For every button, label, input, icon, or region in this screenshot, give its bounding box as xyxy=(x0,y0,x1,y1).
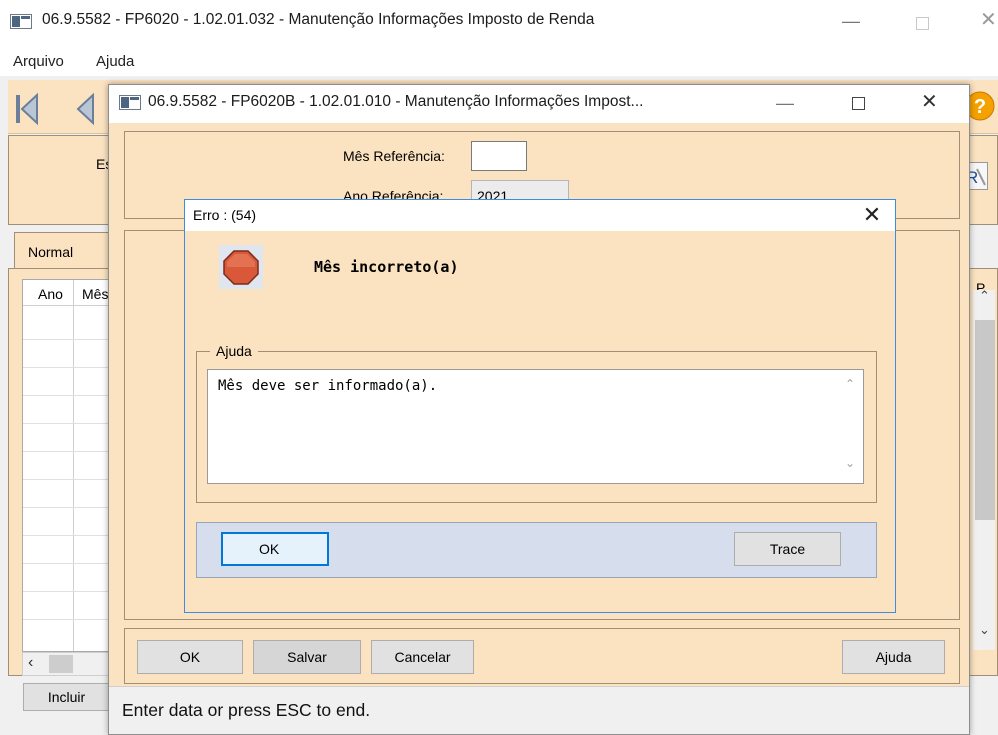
error-dialog-title: Erro : (54) xyxy=(193,207,257,223)
edit-dialog-titlebar: 06.9.5582 - FP6020B - 1.02.01.010 - Manu… xyxy=(109,85,969,123)
column-separator xyxy=(73,280,74,651)
stop-icon xyxy=(219,245,263,289)
column-mes[interactable]: Mês xyxy=(82,286,108,302)
grid-row-line xyxy=(23,395,121,396)
error-message: Mês incorreto(a) xyxy=(314,258,459,276)
edit-dialog-button-bar xyxy=(124,628,960,684)
close-icon[interactable]: ✕ xyxy=(921,92,938,112)
minimize-icon[interactable]: — xyxy=(842,12,860,30)
cancelar-button[interactable]: Cancelar xyxy=(371,640,474,674)
grid-row-line xyxy=(23,619,121,620)
horizontal-scroll-thumb[interactable] xyxy=(49,655,73,673)
grid-header: Ano Mês xyxy=(23,280,121,306)
help-scrollbar[interactable]: ⌃ ⌄ xyxy=(841,374,859,478)
grid-row-line xyxy=(23,563,121,564)
scroll-up-icon[interactable]: ⌃ xyxy=(979,288,990,304)
error-ok-button[interactable]: OK xyxy=(221,532,329,566)
help-textarea[interactable]: Mês deve ser informado(a). ⌃ ⌄ xyxy=(207,369,864,484)
grid-row-line xyxy=(23,339,121,340)
salvar-button[interactable]: Salvar xyxy=(253,640,361,674)
grid-row-line xyxy=(23,591,121,592)
help-text-content: Mês deve ser informado(a). xyxy=(218,378,438,394)
trace-button[interactable]: Trace xyxy=(734,532,841,566)
column-ano[interactable]: Ano xyxy=(38,286,63,302)
maximize-icon[interactable] xyxy=(852,97,865,110)
scroll-up-icon[interactable]: ⌃ xyxy=(845,377,855,391)
svg-text:?: ? xyxy=(974,96,986,118)
close-icon[interactable]: ✕ xyxy=(980,10,997,30)
incluir-button[interactable]: Incluir xyxy=(23,683,110,711)
grid-row-line xyxy=(23,535,121,536)
close-icon[interactable]: ✕ xyxy=(860,202,884,228)
grid-row-line xyxy=(23,423,121,424)
status-text: Enter data or press ESC to end. xyxy=(122,700,371,720)
minimize-icon[interactable]: — xyxy=(776,94,794,112)
ajuda-button[interactable]: Ajuda xyxy=(842,640,945,674)
menubar: Arquivo Ajuda xyxy=(0,46,998,76)
app-icon xyxy=(119,95,141,110)
grid-row-line xyxy=(23,479,121,480)
grid-row-line xyxy=(23,507,121,508)
menu-arquivo[interactable]: Arquivo xyxy=(13,53,64,70)
app-icon xyxy=(10,14,32,29)
main-titlebar: 06.9.5582 - FP6020 - 1.02.01.032 - Manut… xyxy=(0,0,998,46)
error-dialog-titlebar xyxy=(185,200,895,231)
grid-row-line xyxy=(23,451,121,452)
scroll-down-icon[interactable]: ⌄ xyxy=(979,622,990,638)
help-legend: Ajuda xyxy=(210,343,258,359)
mes-referencia-label: Mês Referência: xyxy=(343,148,445,164)
main-window-title: 06.9.5582 - FP6020 - 1.02.01.032 - Manut… xyxy=(42,11,595,28)
scroll-down-icon[interactable]: ⌄ xyxy=(845,456,855,470)
grid-row-line xyxy=(23,367,121,368)
menu-ajuda[interactable]: Ajuda xyxy=(96,53,134,70)
ok-button[interactable]: OK xyxy=(137,640,243,674)
maximize-icon[interactable] xyxy=(916,17,929,30)
horizontal-scrollbar[interactable]: ‹ xyxy=(22,652,122,676)
scroll-left-icon[interactable]: ‹ xyxy=(28,654,33,672)
mes-referencia-input[interactable] xyxy=(471,141,527,171)
first-record-icon[interactable] xyxy=(13,92,41,126)
previous-record-icon[interactable] xyxy=(71,92,99,126)
tab-normal[interactable]: Normal xyxy=(14,232,118,268)
vertical-scroll-thumb[interactable] xyxy=(975,320,995,520)
records-grid[interactable]: Ano Mês xyxy=(22,279,122,652)
edit-dialog-title: 06.9.5582 - FP6020B - 1.02.01.010 - Manu… xyxy=(148,93,644,110)
